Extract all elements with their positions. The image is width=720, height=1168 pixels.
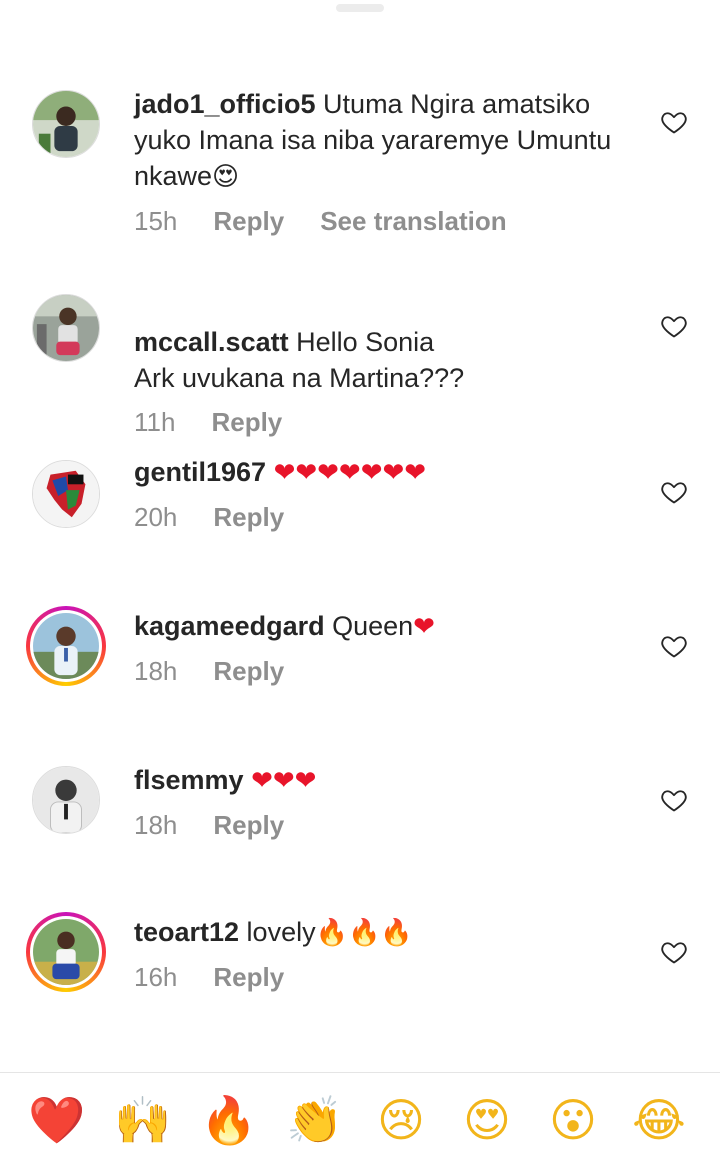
comment-body: gentil1967 ❤❤❤❤❤❤❤ 20h Reply bbox=[134, 454, 634, 535]
fire-emoji: 🔥🔥🔥 bbox=[315, 918, 413, 948]
avatar[interactable] bbox=[32, 90, 100, 158]
comment-meta: 18h Reply bbox=[134, 807, 634, 843]
comment-meta: 11h Reply bbox=[134, 404, 634, 440]
comments-sheet: jado1_officio5 Utuma Ngira amatsiko yuko… bbox=[0, 0, 720, 1168]
avatar[interactable] bbox=[32, 294, 100, 362]
comment-text bbox=[244, 765, 252, 795]
avatar[interactable] bbox=[32, 766, 100, 834]
red-heart-emoji: ❤ bbox=[413, 612, 435, 642]
avatar-with-story-ring[interactable] bbox=[26, 912, 106, 992]
heart-eyes-emoji: 😍 bbox=[212, 162, 240, 192]
reaction-sad-face[interactable]: 😢 bbox=[368, 1087, 434, 1153]
comment-body: teoart12 lovely🔥🔥🔥 16h Reply bbox=[134, 914, 634, 995]
quick-reaction-bar: ❤️ 🙌 🔥 👏 😢 😍 😮 😂 bbox=[0, 1072, 720, 1168]
reply-button[interactable]: Reply bbox=[213, 959, 284, 995]
heart-outline-icon[interactable] bbox=[660, 312, 688, 340]
heart-outline-icon[interactable] bbox=[660, 632, 688, 660]
reaction-fire[interactable]: 🔥 bbox=[196, 1087, 262, 1153]
comment-username[interactable]: mccall.scatt bbox=[134, 327, 289, 357]
red-heart-emoji: ❤❤❤ bbox=[251, 766, 317, 796]
see-translation-button[interactable]: See translation bbox=[320, 203, 506, 239]
comment-time: 15h bbox=[134, 206, 178, 236]
comment-username[interactable]: gentil1967 bbox=[134, 457, 266, 487]
reply-button[interactable]: Reply bbox=[211, 404, 282, 440]
reply-button[interactable]: Reply bbox=[213, 807, 284, 843]
comment-username[interactable]: flsemmy bbox=[134, 765, 244, 795]
avatar bbox=[30, 610, 102, 682]
red-heart-emoji: ❤❤❤❤❤❤❤ bbox=[273, 458, 427, 488]
comment-body: kagameedgard Queen❤ 18h Reply bbox=[134, 608, 634, 689]
comment-body: jado1_officio5 Utuma Ngira amatsiko yuko… bbox=[134, 86, 634, 239]
reaction-heart-eyes[interactable]: 😍 bbox=[454, 1087, 520, 1153]
comment-time: 18h bbox=[134, 656, 178, 686]
comment-time: 18h bbox=[134, 810, 178, 840]
drag-handle[interactable] bbox=[336, 4, 384, 12]
heart-outline-icon[interactable] bbox=[660, 108, 688, 136]
heart-outline-icon[interactable] bbox=[660, 786, 688, 814]
reaction-clapping-hands[interactable]: 👏 bbox=[282, 1087, 348, 1153]
comment-time: 11h bbox=[134, 407, 176, 437]
reaction-tears-of-joy[interactable]: 😂 bbox=[626, 1087, 692, 1153]
comment-body: mccall.scatt Hello Sonia Ark uvukana na … bbox=[134, 288, 634, 440]
reply-button[interactable]: Reply bbox=[213, 653, 284, 689]
comment-text: Queen bbox=[324, 611, 414, 641]
comment-time: 20h bbox=[134, 502, 178, 532]
avatar bbox=[30, 916, 102, 988]
comment-meta: 18h Reply bbox=[134, 653, 634, 689]
reply-button[interactable]: Reply bbox=[213, 499, 284, 535]
comment-username[interactable]: teoart12 bbox=[134, 917, 239, 947]
comment-text bbox=[266, 457, 274, 487]
avatar-with-story-ring[interactable] bbox=[26, 606, 106, 686]
reaction-red-heart[interactable]: ❤️ bbox=[24, 1087, 90, 1153]
reaction-surprised-face[interactable]: 😮 bbox=[540, 1087, 606, 1153]
comment-body: flsemmy ❤❤❤ 18h Reply bbox=[134, 762, 634, 843]
comment-text: lovely bbox=[239, 917, 316, 947]
reply-button[interactable]: Reply bbox=[213, 203, 284, 239]
reaction-raising-hands[interactable]: 🙌 bbox=[110, 1087, 176, 1153]
comment-time: 16h bbox=[134, 962, 178, 992]
comment-username[interactable]: kagameedgard bbox=[134, 611, 325, 641]
comment-meta: 16h Reply bbox=[134, 959, 634, 995]
heart-outline-icon[interactable] bbox=[660, 938, 688, 966]
comment-meta: 20h Reply bbox=[134, 499, 634, 535]
avatar[interactable] bbox=[32, 460, 100, 528]
comment-meta: 15h Reply See translation bbox=[134, 203, 634, 239]
heart-outline-icon[interactable] bbox=[660, 478, 688, 506]
comment-username[interactable]: jado1_officio5 bbox=[134, 89, 316, 119]
